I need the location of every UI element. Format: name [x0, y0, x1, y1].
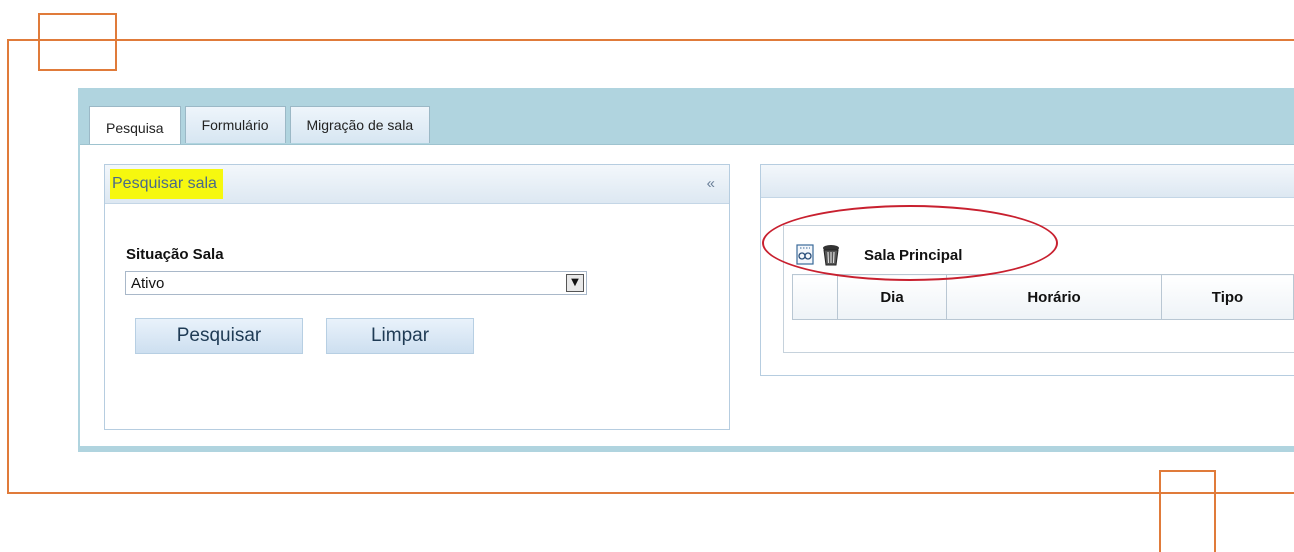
schedule-table: Dia Horário Tipo: [792, 274, 1294, 320]
frame-left-line: [7, 39, 9, 494]
tab-migracao-de-sala[interactable]: Migração de sala: [289, 106, 431, 143]
search-panel-header: Pesquisar sala «: [105, 165, 729, 204]
frame-top-line: [7, 39, 1294, 41]
column-header-dia[interactable]: Dia: [837, 274, 947, 320]
table-header-row: Dia Horário Tipo: [792, 274, 1294, 320]
select-value: Ativo: [131, 275, 165, 292]
collapse-icon[interactable]: «: [707, 175, 715, 192]
column-header-tipo[interactable]: Tipo: [1161, 274, 1294, 320]
clear-button[interactable]: Limpar: [326, 318, 474, 354]
tab-formulario[interactable]: Formulário: [184, 106, 286, 143]
search-panel: Pesquisar sala « Situação Sala Ativo ▼ P…: [104, 164, 730, 430]
panel-title: Pesquisar sala: [110, 169, 223, 199]
situacao-sala-select[interactable]: Ativo ▼: [125, 271, 587, 295]
frame-corner-box-top-left: [38, 13, 117, 71]
situacao-sala-label: Situação Sala: [126, 246, 224, 263]
column-header-horario[interactable]: Horário: [946, 274, 1162, 320]
frame-bottom-line: [7, 492, 1294, 494]
column-header-select: [792, 274, 838, 320]
tab-pesquisa[interactable]: Pesquisa: [89, 106, 181, 145]
room-panel-header: [761, 165, 1294, 198]
chevron-down-icon[interactable]: ▼: [566, 274, 584, 292]
annotation-ellipse: [762, 205, 1058, 281]
search-button[interactable]: Pesquisar: [135, 318, 303, 354]
frame-corner-box-bottom-right: [1159, 470, 1216, 552]
tab-bar: Pesquisa Formulário Migração de sala: [89, 106, 431, 145]
